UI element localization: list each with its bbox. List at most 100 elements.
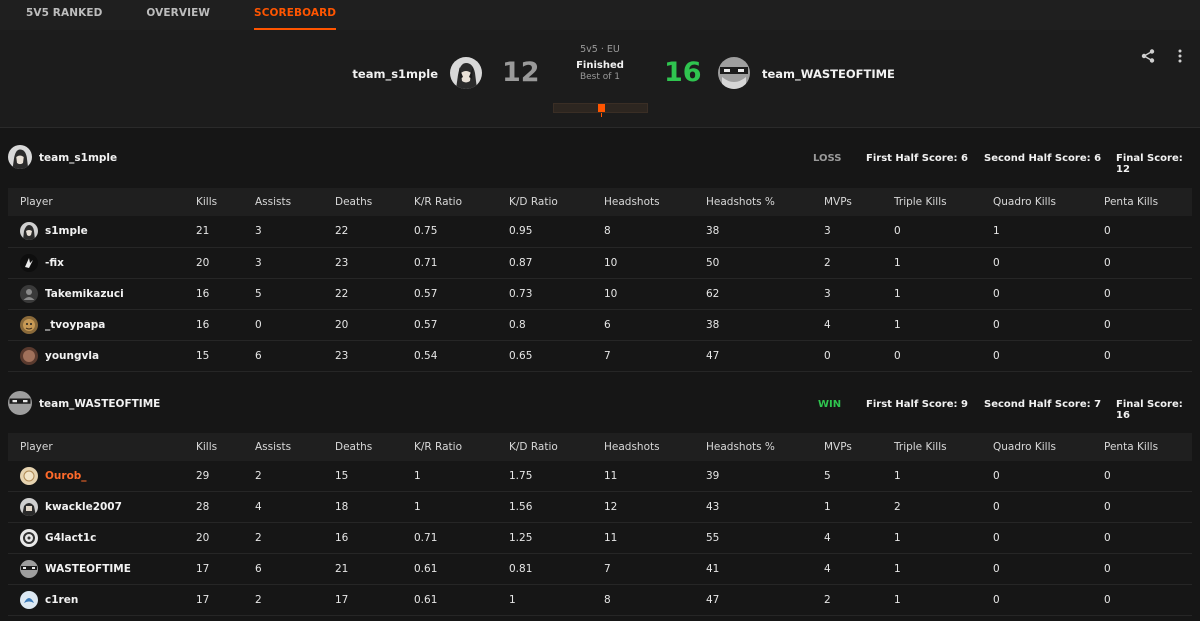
col-header[interactable]: K/R Ratio <box>414 188 509 216</box>
player-name[interactable]: Ourob_ <box>45 470 87 482</box>
col-header[interactable]: Quadro Kills <box>993 188 1104 216</box>
team-name[interactable]: team_s1mple <box>39 152 117 164</box>
col-header[interactable]: MVPs <box>824 433 894 461</box>
col-header[interactable]: Assists <box>255 433 335 461</box>
deaths-cell: 23 <box>335 256 349 269</box>
tab-overview[interactable]: OVERVIEW <box>146 0 210 30</box>
assists-cell: 3 <box>255 256 262 269</box>
player-name[interactable]: s1mple <box>45 225 88 237</box>
kills-cell: 28 <box>196 501 210 513</box>
kills-cell: 20 <box>196 532 210 544</box>
team-avatar[interactable] <box>8 390 32 415</box>
table-row: c1ren 17 2 17 0.61 1 8 47 2 1 0 0 <box>8 585 1192 616</box>
left-team-avatar[interactable] <box>450 57 482 89</box>
col-header[interactable]: K/R Ratio <box>414 433 509 461</box>
right-team-score: 16 <box>664 57 702 88</box>
tab-5v5-ranked[interactable]: 5V5 RANKED <box>26 0 102 30</box>
headshots-cell: 11 <box>604 469 618 482</box>
table-row: youngvla 15 6 23 0.54 0.65 7 47 0 0 0 0 <box>8 340 1192 371</box>
player-avatar[interactable] <box>20 529 38 547</box>
col-header[interactable]: Headshots <box>604 188 706 216</box>
right-team-name[interactable]: team_WASTEOFTIME <box>762 67 895 81</box>
assists-cell: 2 <box>255 469 262 482</box>
col-header[interactable]: Deaths <box>335 433 414 461</box>
col-header[interactable]: Penta Kills <box>1104 433 1192 461</box>
kr-ratio-cell: 0.75 <box>414 225 438 238</box>
col-header[interactable]: Player <box>8 433 196 461</box>
kd-ratio-cell: 0.95 <box>509 225 533 238</box>
player-avatar[interactable] <box>20 315 38 334</box>
col-header[interactable]: K/D Ratio <box>509 188 604 216</box>
player-name[interactable]: _tvoypapa <box>45 319 105 331</box>
col-header[interactable]: Penta Kills <box>1104 188 1192 216</box>
penta-kills-cell: 0 <box>1104 563 1111 575</box>
headshots-cell: 11 <box>604 532 618 544</box>
mvps-cell: 4 <box>824 318 831 331</box>
tab-scoreboard[interactable]: SCOREBOARD <box>254 0 337 30</box>
top-nav: 5V5 RANKED OVERVIEW SCOREBOARD <box>0 0 1200 30</box>
col-header[interactable]: Kills <box>196 433 255 461</box>
penta-kills-cell: 0 <box>1104 501 1111 513</box>
mvps-cell: 3 <box>824 287 831 300</box>
mvps-cell: 3 <box>824 225 831 238</box>
table-row: -fix 20 3 23 0.71 0.87 10 50 2 1 0 0 <box>8 247 1192 278</box>
deaths-cell: 23 <box>335 349 349 362</box>
headshots-cell: 8 <box>604 594 611 606</box>
kd-ratio-cell: 0.65 <box>509 349 533 362</box>
col-header[interactable]: Headshots % <box>706 188 824 216</box>
kills-cell: 17 <box>196 594 210 606</box>
col-header[interactable]: Player <box>8 188 196 216</box>
first-half-score: First Half Score: 9 <box>866 398 968 410</box>
kills-cell: 16 <box>196 287 210 300</box>
col-header[interactable]: Assists <box>255 188 335 216</box>
player-avatar[interactable] <box>20 346 38 365</box>
player-avatar[interactable] <box>20 466 38 485</box>
player-avatar[interactable] <box>20 498 38 516</box>
col-header[interactable]: Triple Kills <box>894 188 993 216</box>
team-avatar[interactable] <box>8 145 32 169</box>
col-header[interactable]: Triple Kills <box>894 433 993 461</box>
col-header[interactable]: Deaths <box>335 188 414 216</box>
right-team-avatar[interactable] <box>718 57 750 89</box>
share-icon[interactable] <box>1140 48 1156 67</box>
deaths-cell: 21 <box>335 563 349 575</box>
kr-ratio-cell: 0.54 <box>414 349 438 362</box>
quadro-kills-cell: 0 <box>993 318 1000 331</box>
second-half-score: Second Half Score: 6 <box>984 153 1102 164</box>
team-name[interactable]: team_WASTEOFTIME <box>39 398 160 410</box>
headshots-cell: 12 <box>604 501 618 513</box>
quadro-kills-cell: 0 <box>993 256 1000 269</box>
team-bar: team_s1mple LOSS First Half Score: 6 Sec… <box>0 128 1200 188</box>
assists-cell: 2 <box>255 532 262 544</box>
col-header[interactable]: Kills <box>196 188 255 216</box>
penta-kills-cell: 0 <box>1104 256 1111 269</box>
col-header[interactable]: Headshots <box>604 433 706 461</box>
mvps-cell: 4 <box>824 532 831 544</box>
player-name[interactable]: c1ren <box>45 594 78 606</box>
player-avatar[interactable] <box>20 253 38 272</box>
player-avatar[interactable] <box>20 222 38 241</box>
table-row: G4lact1c 20 2 16 0.71 1.25 11 55 4 1 0 0 <box>8 523 1192 554</box>
player-name[interactable]: youngvla <box>45 350 99 362</box>
player-name[interactable]: kwackle2007 <box>45 501 122 513</box>
more-vertical-icon[interactable] <box>1176 48 1184 67</box>
headshots-pct-cell: 41 <box>706 563 720 575</box>
headshots-pct-cell: 38 <box>706 225 720 238</box>
table-row: _tvoypapa 16 0 20 0.57 0.8 6 38 4 1 0 0 <box>8 309 1192 340</box>
player-avatar[interactable] <box>20 591 38 609</box>
player-name[interactable]: G4lact1c <box>45 532 96 544</box>
kd-ratio-cell: 1.56 <box>509 501 533 513</box>
default-avatar-icon[interactable] <box>20 284 38 303</box>
player-name[interactable]: WASTEOFTIME <box>45 563 131 575</box>
col-header[interactable]: Quadro Kills <box>993 433 1104 461</box>
left-team-name[interactable]: team_s1mple <box>352 67 438 81</box>
col-header[interactable]: Headshots % <box>706 433 824 461</box>
penta-kills-cell: 0 <box>1104 287 1111 300</box>
player-name[interactable]: -fix <box>45 257 64 269</box>
col-header[interactable]: MVPs <box>824 188 894 216</box>
assists-cell: 6 <box>255 349 262 362</box>
player-avatar[interactable] <box>20 560 38 578</box>
col-header[interactable]: K/D Ratio <box>509 433 604 461</box>
player-name[interactable]: Takemikazuci <box>45 288 124 300</box>
triple-kills-cell: 1 <box>894 594 901 606</box>
